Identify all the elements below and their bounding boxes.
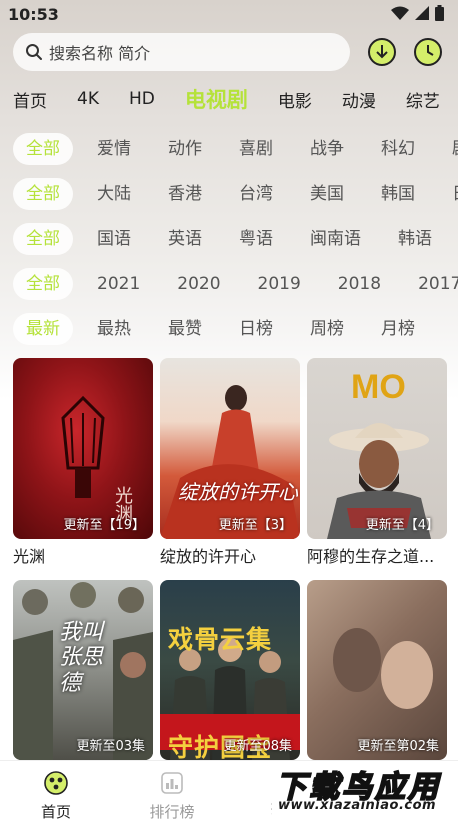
tab-anime[interactable]: 动漫 bbox=[342, 87, 376, 112]
region-filter-row: 全部 大陆 香港 台湾 美国 韩国 日本 bbox=[13, 177, 458, 211]
sort-chip[interactable]: 最新 bbox=[13, 313, 73, 345]
region-chip[interactable]: 美国 bbox=[297, 178, 357, 210]
sort-chip[interactable]: 最赞 bbox=[155, 313, 215, 345]
genre-chip[interactable]: 科幻 bbox=[368, 133, 428, 165]
sort-chip[interactable]: 月榜 bbox=[368, 313, 428, 345]
bottom-nav-label: 首页 bbox=[40, 803, 71, 820]
year-chip[interactable]: 2020 bbox=[164, 268, 233, 300]
region-chip[interactable]: 全部 bbox=[13, 178, 73, 210]
search-input[interactable]: 搜索名称 简介 bbox=[13, 33, 350, 71]
year-chip[interactable]: 2019 bbox=[245, 268, 314, 300]
language-chip[interactable]: 闽南语 bbox=[297, 223, 374, 255]
genre-filter-row: 全部 爱情 动作 喜剧 战争 科幻 剧情 bbox=[13, 132, 458, 166]
poster-image[interactable]: 绽放的许开心 更新至【3】 bbox=[160, 358, 300, 539]
status-icons bbox=[391, 5, 444, 21]
region-chip[interactable]: 香港 bbox=[155, 178, 215, 210]
genre-chip[interactable]: 全部 bbox=[13, 133, 73, 165]
signal-icon bbox=[415, 6, 429, 20]
wifi-icon bbox=[391, 6, 409, 20]
poster-title-text: 戏骨云集 守护国宝 bbox=[168, 625, 273, 760]
poster-image[interactable]: 光渊 更新至【19】 bbox=[13, 358, 153, 539]
tab-home[interactable]: 首页 bbox=[13, 87, 47, 112]
tab-hd[interactable]: HD bbox=[129, 89, 155, 109]
language-chip[interactable]: 英语 bbox=[155, 223, 215, 255]
year-filter-row: 全部 2021 2020 2019 2018 2017 2016 bbox=[13, 267, 458, 301]
update-badge: 更新至【19】 bbox=[63, 518, 145, 533]
region-chip[interactable]: 大陆 bbox=[84, 178, 144, 210]
poster-title-text: 绽放的许开心 bbox=[178, 480, 298, 504]
poster-title-text: MO bbox=[351, 368, 406, 406]
video-title[interactable]: 光渊 bbox=[13, 543, 153, 567]
year-chip[interactable]: 2017 bbox=[405, 268, 458, 300]
poster-art bbox=[160, 385, 300, 539]
history-button[interactable] bbox=[413, 37, 443, 67]
update-badge: 更新至08集 bbox=[223, 739, 292, 754]
language-chip[interactable]: 全部 bbox=[13, 223, 73, 255]
language-chip[interactable]: 粤语 bbox=[226, 223, 286, 255]
sort-filter-row: 最新 最热 最赞 日榜 周榜 月榜 bbox=[13, 312, 458, 346]
status-bar: 10:53 bbox=[0, 0, 458, 28]
language-filter-row: 全部 国语 英语 粤语 闽南语 韩语 日语 bbox=[13, 222, 458, 256]
poster-title-text: 我叫张思德 bbox=[59, 620, 104, 696]
watermark-url: www.xiazainiao.com bbox=[278, 798, 437, 813]
year-chip[interactable]: 2021 bbox=[84, 268, 153, 300]
language-chip[interactable]: 国语 bbox=[84, 223, 144, 255]
year-chip[interactable]: 全部 bbox=[13, 268, 73, 300]
tab-variety[interactable]: 综艺 bbox=[406, 87, 440, 112]
poster-image[interactable]: 我叫张思德 更新至03集 bbox=[13, 580, 153, 760]
update-badge: 更新至第02集 bbox=[357, 739, 439, 754]
region-chip[interactable]: 台湾 bbox=[226, 178, 286, 210]
history-icon bbox=[414, 38, 442, 66]
sort-chip[interactable]: 周榜 bbox=[297, 313, 357, 345]
video-title[interactable]: 阿穆的生存之道... bbox=[307, 543, 447, 567]
sort-chip[interactable]: 最热 bbox=[84, 313, 144, 345]
poster-image[interactable]: 更新至第02集 bbox=[307, 580, 447, 760]
sort-chip[interactable]: 日榜 bbox=[226, 313, 286, 345]
home-icon bbox=[44, 771, 68, 795]
tab-4k[interactable]: 4K bbox=[77, 89, 99, 109]
genre-chip[interactable]: 喜剧 bbox=[226, 133, 286, 165]
battery-icon bbox=[435, 5, 444, 21]
poster-art bbox=[333, 628, 433, 709]
tab-movie[interactable]: 电影 bbox=[278, 87, 312, 112]
update-badge: 更新至【3】 bbox=[218, 518, 292, 533]
category-tabs: 首页 4K HD 电视剧 电影 动漫 综艺 bbox=[13, 82, 458, 116]
year-chip[interactable]: 2018 bbox=[325, 268, 394, 300]
status-time: 10:53 bbox=[8, 4, 59, 24]
search-row: 搜索名称 简介 bbox=[13, 33, 448, 73]
genre-chip[interactable]: 爱情 bbox=[84, 133, 144, 165]
download-button[interactable] bbox=[367, 37, 397, 67]
download-icon bbox=[368, 38, 396, 66]
video-title[interactable]: 绽放的许开心 bbox=[160, 543, 300, 567]
search-placeholder: 搜索名称 简介 bbox=[49, 44, 151, 63]
region-chip[interactable]: 日本 bbox=[439, 178, 458, 210]
update-badge: 更新至03集 bbox=[76, 739, 145, 754]
ranking-icon bbox=[161, 772, 183, 794]
region-chip[interactable]: 韩国 bbox=[368, 178, 428, 210]
genre-chip[interactable]: 战争 bbox=[297, 133, 357, 165]
update-badge: 更新至【4】 bbox=[365, 518, 439, 533]
watermark: 下载鸟应用 www.xiazainiao.com bbox=[272, 762, 454, 820]
bottom-nav-label: 排行榜 bbox=[149, 803, 195, 820]
language-chip[interactable]: 韩语 bbox=[385, 223, 445, 255]
genre-chip[interactable]: 剧情 bbox=[439, 133, 458, 165]
bottom-nav-home[interactable]: 首页 bbox=[26, 771, 86, 820]
poster-image[interactable]: 戏骨云集 守护国宝 更新至08集 bbox=[160, 580, 300, 760]
search-icon bbox=[26, 44, 42, 60]
tab-tv-series[interactable]: 电视剧 bbox=[185, 84, 248, 114]
bottom-nav-ranking[interactable]: 排行榜 bbox=[142, 771, 202, 820]
poster-image[interactable]: MO 更新至【4】 bbox=[307, 358, 447, 539]
genre-chip[interactable]: 动作 bbox=[155, 133, 215, 165]
